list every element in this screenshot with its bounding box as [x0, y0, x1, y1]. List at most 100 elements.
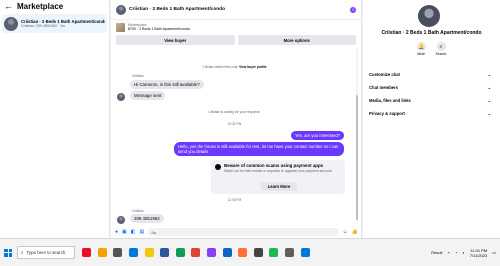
sender-avatar — [117, 216, 125, 224]
microphone-icon[interactable]: ● — [115, 229, 118, 235]
sticker-icon[interactable]: ◧ — [131, 229, 136, 235]
more-options-button[interactable]: More options — [237, 35, 356, 45]
search-button[interactable]: ⌕ Search — [435, 42, 447, 56]
scam-warning-card: Beware of common scams using payment app… — [211, 160, 345, 194]
windows-start-icon[interactable] — [4, 248, 12, 257]
chat-avatar[interactable] — [116, 4, 126, 15]
listing-buttons: View buyer More options — [111, 35, 361, 45]
view-buyer-profile-link[interactable]: View buyer profile — [239, 65, 266, 69]
app-icon-purple[interactable] — [207, 248, 217, 257]
scrollbar-thumb[interactable] — [356, 95, 358, 220]
profile-name: Criistian · 2 Beds 1 Bath Apartment/cond… — [381, 30, 482, 36]
firefox-icon[interactable] — [238, 248, 248, 257]
app-icon-gray[interactable] — [285, 248, 295, 257]
emoji-icon[interactable]: ☺ — [343, 229, 348, 235]
taskbar-search-placeholder: Type here to search — [26, 250, 66, 255]
listing-price: $700 · 2 Beds 1 Bath Apartment/condo — [128, 27, 190, 31]
image-icon[interactable]: ▣ — [122, 229, 127, 235]
sender-name: Criistian — [132, 209, 144, 213]
clock-date: 7/11/2023 — [469, 252, 488, 258]
search-icon: ⌕ — [436, 42, 446, 51]
profile-actions: 🔔 Mute ⌕ Search — [363, 42, 500, 56]
menu-media-files-links[interactable]: Media, files and links ⌄ — [369, 94, 491, 107]
message-input[interactable]: Aa — [148, 228, 339, 236]
sender-name: Criistian — [132, 74, 144, 78]
clock-time: 11:01 PM — [470, 247, 488, 253]
windows-taskbar: ⌕ Type here to search Result ˄ ◔ ◖ 11:01… — [0, 238, 500, 266]
learn-more-button[interactable]: Learn More — [261, 182, 297, 191]
conversation-text: Criistian · 2 Beds 1 Bath Apartment/cond… — [21, 19, 105, 28]
incoming-message: Message sent — [130, 91, 166, 100]
app-icon-green-2[interactable] — [269, 248, 279, 257]
app-icon-blue[interactable] — [222, 248, 232, 257]
search-label: Search — [435, 52, 447, 56]
left-header: ← Marketplace — [0, 0, 109, 13]
conversation-preview: Criistian: 209 4551962 · 1m — [21, 24, 66, 28]
warning-icon — [215, 164, 221, 170]
chevron-down-icon: ⌄ — [487, 85, 491, 90]
message-list: Criistian started this chat. View buyer … — [111, 46, 358, 227]
listing-thumbnail — [116, 22, 125, 32]
task-view-icon[interactable] — [113, 248, 123, 257]
chat-started-note: Criistian started this chat. View buyer … — [111, 65, 358, 69]
menu-privacy-support[interactable]: Privacy & support ⌄ — [369, 107, 491, 120]
chat-started-text: Criistian started this chat. — [202, 65, 239, 69]
chevron-down-icon: ⌄ — [487, 111, 491, 116]
tray-weather-label[interactable]: Result — [431, 250, 442, 255]
taskbar-search-input[interactable]: ⌕ Type here to search — [17, 246, 75, 259]
page-title: Marketplace — [17, 2, 64, 11]
app-icon-red[interactable] — [82, 248, 92, 257]
chrome-icon[interactable] — [191, 248, 201, 257]
system-tray: Result ˄ ◔ ◖ 11:01 PM 7/11/2023 ▭ — [431, 248, 496, 258]
menu-label: Media, files and links — [369, 98, 411, 103]
chat-header: Criistian · 2 Beds 1 Bath Apartment/cond… — [111, 0, 361, 20]
gif-icon[interactable]: ▤ — [140, 229, 145, 235]
profile-avatar[interactable] — [418, 5, 440, 27]
back-arrow-icon[interactable]: ← — [4, 2, 13, 11]
menu-label: Chat members — [369, 85, 399, 90]
edge-icon[interactable] — [129, 248, 139, 257]
details-menu: Customize chat ⌄ Chat members ⌄ Media, fil… — [369, 68, 491, 120]
timestamp: 10:31 PM — [227, 122, 242, 126]
listing-bar[interactable]: Marketplace $700 · 2 Beds 1 Bath Apartme… — [111, 20, 361, 34]
menu-customize-chat[interactable]: Customize chat ⌄ — [369, 68, 491, 81]
waiting-note: Criistian is waiting for your response. — [208, 110, 261, 114]
menu-label: Privacy & support — [369, 111, 405, 116]
timestamp: 11:03 PM — [227, 198, 242, 202]
info-icon[interactable]: i — [350, 6, 356, 13]
menu-label: Customize chat — [369, 72, 400, 77]
avatar — [4, 16, 18, 31]
app-icon-dark[interactable] — [253, 248, 263, 257]
app-icon-green[interactable] — [175, 248, 185, 257]
incoming-message: Hi Cameron, is this still available? — [130, 80, 204, 89]
store-icon[interactable] — [160, 248, 170, 257]
chat-pane: Criistian · 2 Beds 1 Bath Apartment/cond… — [111, 0, 362, 238]
search-icon: ⌕ — [21, 250, 24, 255]
bell-icon: 🔔 — [416, 42, 426, 51]
chevron-down-icon: ⌄ — [487, 72, 491, 77]
sender-avatar — [117, 93, 125, 101]
chevron-up-icon[interactable]: ˄ — [448, 250, 450, 255]
mute-button[interactable]: 🔔 Mute — [416, 42, 426, 56]
menu-chat-members[interactable]: Chat members ⌄ — [369, 81, 491, 94]
card-title: Beware of common scams using payment app… — [224, 163, 324, 168]
mute-label: Mute — [417, 52, 425, 56]
outgoing-message: Yes, are you interested? — [290, 131, 344, 140]
chat-title[interactable]: Criistian · 2 Beds 1 Bath Apartment/cond… — [129, 7, 350, 12]
conversation-list-pane: ← Marketplace Criistian · 2 Beds 1 Bath … — [0, 0, 110, 238]
volume-icon[interactable]: ◖ — [462, 250, 464, 255]
composer: ● ▣ ◧ ▤ Aa ☺ 👍 — [111, 226, 362, 238]
conversation-item[interactable]: Criistian · 2 Beds 1 Bath Apartment/cond… — [2, 14, 107, 33]
incoming-message: 209 4551962 — [130, 214, 164, 223]
clock[interactable]: 11:01 PM 7/11/2023 — [470, 248, 488, 258]
app-icon-blue-2[interactable] — [300, 248, 310, 257]
chevron-down-icon: ⌄ — [487, 98, 491, 103]
like-icon[interactable]: 👍 — [352, 229, 358, 235]
app-icon-orange[interactable] — [97, 248, 107, 257]
notification-icon[interactable]: ▭ — [492, 250, 496, 255]
file-explorer-icon[interactable] — [144, 248, 154, 257]
card-body: Watch out for fake emails or requests to… — [224, 169, 333, 173]
details-pane: Criistian · 2 Beds 1 Bath Apartment/cond… — [363, 0, 500, 238]
view-buyer-button[interactable]: View buyer — [116, 35, 235, 45]
network-icon[interactable]: ◔ — [455, 250, 457, 255]
